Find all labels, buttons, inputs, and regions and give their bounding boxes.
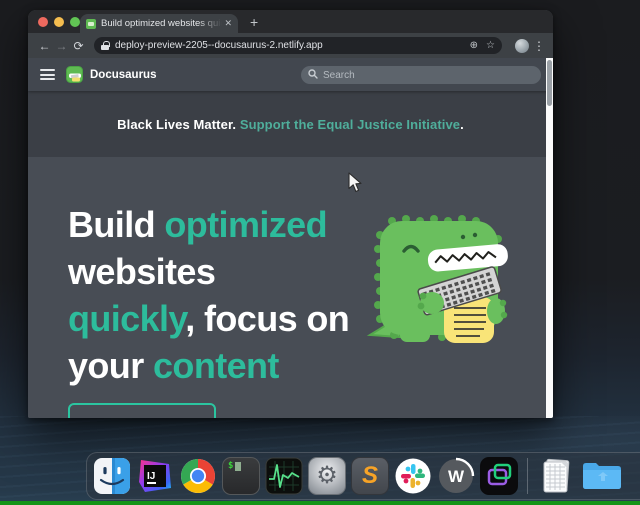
scrollbar-thumb[interactable] [547,60,552,106]
workplace-icon[interactable]: W [437,457,475,495]
back-icon[interactable]: ← [36,39,53,53]
browser-toolbar: ← → ⟳ deploy-preview-2205--docusaurus-2.… [28,33,553,58]
intellij-idea-icon[interactable]: IJ [136,457,174,495]
hamburger-menu-icon[interactable] [40,69,55,80]
documents-stack-icon[interactable] [537,457,575,495]
page-action-icon[interactable]: ⊕ [470,40,478,51]
sublime-text-icon[interactable]: S [351,457,389,495]
headline-word: Build [68,204,164,245]
slack-icon[interactable] [394,457,432,495]
get-started-button[interactable] [68,403,216,418]
announcement-prefix: Black Lives Matter. [117,117,240,132]
giphy-capture-icon[interactable] [480,457,518,495]
site-navbar: Docusaurus [28,58,553,91]
window-titlebar[interactable]: Build optimized websites quick ✕ + [28,10,553,33]
page-scrollbar[interactable] [546,58,553,418]
docusaurus-mascot-illustration [366,207,526,345]
desktop: Build optimized websites quick ✕ + ← → ⟳… [0,0,640,505]
dock: IJ $ ⚙ S [86,452,640,500]
zoom-window-button[interactable] [70,17,80,27]
browser-menu-icon[interactable]: ⋮ [533,39,545,53]
announcement-text: Black Lives Matter. Support the Equal Ju… [117,117,464,132]
close-window-button[interactable] [38,17,48,27]
site-title[interactable]: Docusaurus [90,69,156,81]
browser-tab[interactable]: Build optimized websites quick ✕ [80,14,238,33]
headline-word: , focus on [185,298,349,339]
system-preferences-icon[interactable]: ⚙ [308,457,346,495]
tab-title: Build optimized websites quick [101,18,222,29]
headline-word: websites [68,251,215,292]
docusaurus-favicon-icon [86,19,96,29]
lock-icon [101,41,109,50]
bottom-green-strip [0,501,640,505]
chrome-icon[interactable] [179,457,217,495]
announcement-banner: Black Lives Matter. Support the Equal Ju… [28,91,553,157]
url-text[interactable]: deploy-preview-2205--docusaurus-2.netlif… [115,40,462,51]
finder-icon[interactable] [93,457,131,495]
new-tab-button[interactable]: + [250,13,258,32]
hero-headline: Build optimized websites quickly, focus … [68,201,388,389]
bookmark-star-icon[interactable]: ☆ [486,40,495,51]
page-content: Docusaurus Black Lives Matter. Support t… [28,58,553,418]
headline-word-teal: content [153,345,279,386]
minimize-window-button[interactable] [54,17,64,27]
headline-word-teal: optimized [164,204,327,245]
search-input[interactable] [301,66,541,84]
address-bar[interactable]: deploy-preview-2205--docusaurus-2.netlif… [94,37,502,54]
announcement-suffix: . [460,117,464,132]
search-icon [308,69,318,79]
forward-icon[interactable]: → [53,39,70,53]
reload-icon[interactable]: ⟳ [70,39,87,53]
tab-close-icon[interactable]: ✕ [224,18,232,29]
announcement-link[interactable]: Support the Equal Justice Initiative [240,117,460,132]
svg-text:IJ: IJ [147,471,155,482]
svg-text:W: W [448,467,465,486]
downloads-folder-icon[interactable] [580,457,624,495]
headline-word-teal: quickly [68,298,185,339]
terminal-icon[interactable]: $ [222,457,260,495]
docusaurus-logo-icon[interactable] [66,66,83,83]
profile-avatar[interactable] [515,39,529,53]
mouse-cursor [348,172,362,193]
browser-window: Build optimized websites quick ✕ + ← → ⟳… [28,10,553,418]
hero-section: Build optimized websites quickly, focus … [28,157,553,418]
activity-monitor-icon[interactable] [265,457,303,495]
headline-word: your [68,345,153,386]
search-box [301,65,541,85]
dock-divider [527,458,528,494]
